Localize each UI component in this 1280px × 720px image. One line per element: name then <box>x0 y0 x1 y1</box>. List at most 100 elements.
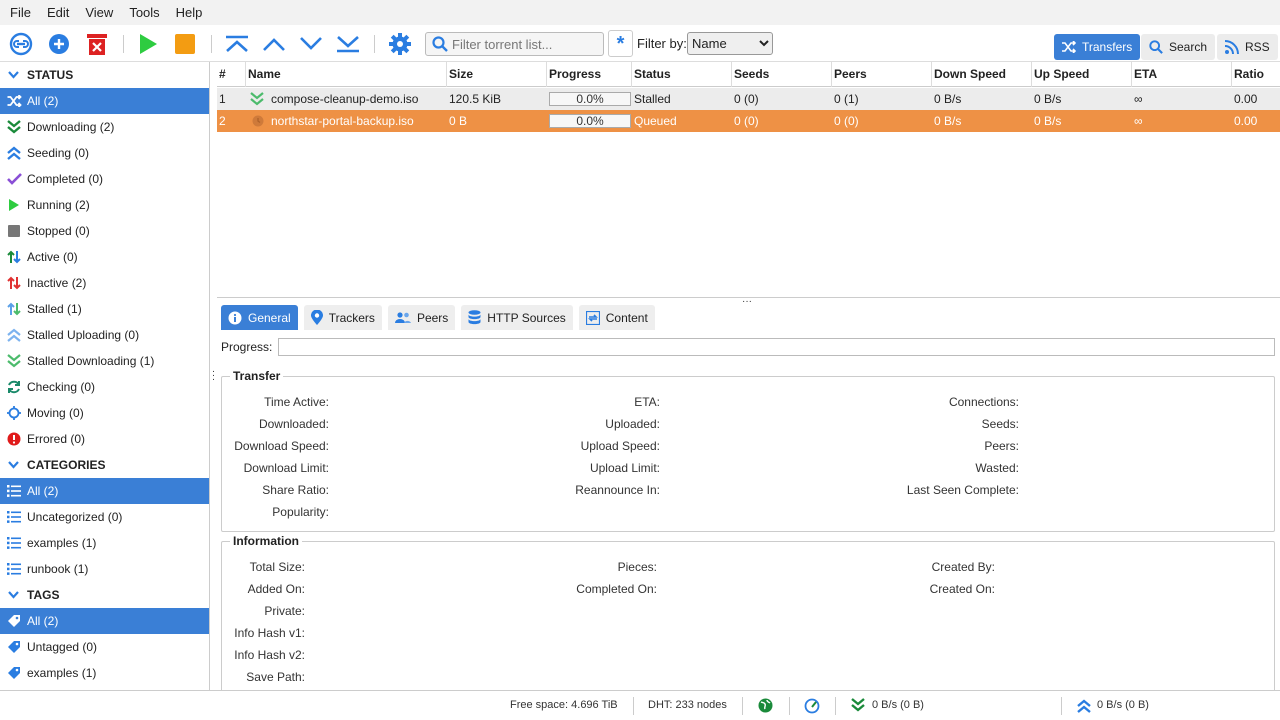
column-header[interactable]: # <box>217 62 246 87</box>
tag-filter-all[interactable]: All (2) <box>0 608 209 634</box>
column-header[interactable]: Name <box>246 62 447 87</box>
tab-label: Content <box>605 310 648 325</box>
add-torrent-file-button[interactable] <box>46 25 72 62</box>
status-filter-label: Stalled (1) <box>27 302 82 316</box>
menu-file[interactable]: File <box>2 0 39 25</box>
category-filter-label: All (2) <box>27 484 59 498</box>
status-bar: Free space: 4.696 TiB DHT: 233 nodes 0 B… <box>0 690 1280 720</box>
connections-label: Connections: <box>948 395 1019 409</box>
move-bottom-button[interactable] <box>335 25 361 62</box>
menu-tools[interactable]: Tools <box>121 0 167 25</box>
inactive-arrows-icon <box>6 275 22 291</box>
rss-view-button[interactable]: RSS <box>1217 34 1278 60</box>
column-header[interactable]: Ratio <box>1232 62 1280 87</box>
error-icon <box>6 431 22 447</box>
column-header[interactable]: Seeds <box>732 62 832 87</box>
regex-toggle-button[interactable]: * <box>608 30 633 57</box>
status-filter-label: Active (0) <box>27 250 78 264</box>
stop-torrent-button[interactable] <box>172 25 198 62</box>
status-filter-all[interactable]: All (2) <box>0 88 209 114</box>
move-down-button[interactable] <box>298 25 324 62</box>
check-icon <box>6 171 22 187</box>
upload-rate-text[interactable]: 0 B/s (0 B) <box>1097 699 1149 711</box>
categories-section-header[interactable]: CATEGORIES <box>0 452 209 478</box>
column-header[interactable]: Up Speed <box>1032 62 1132 87</box>
tag-icon <box>6 639 22 655</box>
info-icon <box>228 311 242 324</box>
list-icon <box>6 561 22 577</box>
move-up-button[interactable] <box>261 25 287 62</box>
start-torrent-button[interactable] <box>135 25 161 62</box>
status-filter-stalled-downloading[interactable]: Stalled Downloading (1) <box>0 348 209 374</box>
status-filter-errored[interactable]: Errored (0) <box>0 426 209 452</box>
options-button[interactable] <box>387 25 413 62</box>
table-row[interactable]: 1 compose-cleanup-demo.iso 120.5 KiB 0.0… <box>217 88 1280 110</box>
status-filter-downloading[interactable]: Downloading (2) <box>0 114 209 140</box>
list-icon <box>6 535 22 551</box>
speed-limit-icon[interactable] <box>804 698 820 714</box>
status-filter-label: Stopped (0) <box>27 224 90 238</box>
column-header[interactable]: Size <box>447 62 547 87</box>
status-filter-running[interactable]: Running (2) <box>0 192 209 218</box>
tag-filter-examples[interactable]: examples (1) <box>0 660 209 686</box>
status-filter-stalled-uploading[interactable]: Stalled Uploading (0) <box>0 322 209 348</box>
torrent-name: compose-cleanup-demo.iso <box>271 92 419 106</box>
download-limit-label: Download Limit: <box>243 461 329 475</box>
column-header[interactable]: Down Speed <box>932 62 1032 87</box>
private-label: Private: <box>264 604 305 618</box>
tab-trackers[interactable]: Trackers <box>303 305 382 330</box>
column-header[interactable]: ETA <box>1132 62 1232 87</box>
delete-torrent-button[interactable] <box>84 25 110 62</box>
globe-icon[interactable] <box>758 698 773 713</box>
search-view-button[interactable]: Search <box>1141 34 1216 60</box>
tab-http-sources[interactable]: HTTP Sources <box>461 305 573 330</box>
tab-general[interactable]: General <box>221 305 298 330</box>
menu-edit[interactable]: Edit <box>39 0 77 25</box>
status-filter-inactive[interactable]: Inactive (2) <box>0 270 209 296</box>
status-filter-moving[interactable]: Moving (0) <box>0 400 209 426</box>
status-filter-stopped[interactable]: Stopped (0) <box>0 218 209 244</box>
tag-filter-untagged[interactable]: Untagged (0) <box>0 634 209 660</box>
move-top-button[interactable] <box>224 25 250 62</box>
status-filter-active[interactable]: Active (0) <box>0 244 209 270</box>
torrent-up-speed: 0 B/s <box>1034 114 1062 128</box>
chevron-down-icon <box>8 591 19 599</box>
category-filter-uncategorized[interactable]: Uncategorized (0) <box>0 504 209 530</box>
category-filter-all[interactable]: All (2) <box>0 478 209 504</box>
menu-help[interactable]: Help <box>168 0 211 25</box>
status-filter-completed[interactable]: Completed (0) <box>0 166 209 192</box>
tab-content[interactable]: Content <box>578 305 655 330</box>
menu-view[interactable]: View <box>77 0 121 25</box>
column-header[interactable]: Status <box>632 62 732 87</box>
status-filter-checking[interactable]: Checking (0) <box>0 374 209 400</box>
stalled-upload-icon <box>6 327 22 343</box>
column-header[interactable]: Peers <box>832 62 932 87</box>
users-icon <box>394 311 411 323</box>
status-section-header[interactable]: STATUS <box>0 62 209 88</box>
uploaded-label: Uploaded: <box>605 417 660 431</box>
status-filter-seeding[interactable]: Seeding (0) <box>0 140 209 166</box>
torrent-filter-input[interactable] <box>452 36 602 52</box>
peers-label: Peers: <box>984 439 1019 453</box>
filter-by-select[interactable]: Name <box>687 32 773 55</box>
transfers-view-button[interactable]: Transfers <box>1054 34 1141 60</box>
tags-section-header[interactable]: TAGS <box>0 582 209 608</box>
table-row[interactable]: 2 northstar-portal-backup.iso 0 B 0.0% Q… <box>217 110 1280 132</box>
torrent-progress-text: 0.0% <box>576 92 604 106</box>
panel-resize-handle[interactable]: ··· <box>742 296 752 307</box>
sidebar-resize-handle[interactable]: · · · <box>211 367 216 385</box>
column-header[interactable]: Progress <box>547 62 632 87</box>
category-filter-examples[interactable]: examples (1) <box>0 530 209 556</box>
status-header-label: STATUS <box>27 68 74 82</box>
add-torrent-link-button[interactable] <box>8 25 34 62</box>
crosshair-icon <box>6 405 22 421</box>
category-filter-runbook[interactable]: runbook (1) <box>0 556 209 582</box>
status-filter-stalled[interactable]: Stalled (1) <box>0 296 209 322</box>
information-section: Information <box>221 534 1275 694</box>
download-rate-text[interactable]: 0 B/s (0 B) <box>872 699 924 711</box>
torrent-down-speed: 0 B/s <box>934 92 962 106</box>
list-icon <box>6 483 22 499</box>
stalled-download-icon <box>6 353 22 369</box>
tab-peers[interactable]: Peers <box>387 305 456 330</box>
search-box <box>425 32 604 56</box>
